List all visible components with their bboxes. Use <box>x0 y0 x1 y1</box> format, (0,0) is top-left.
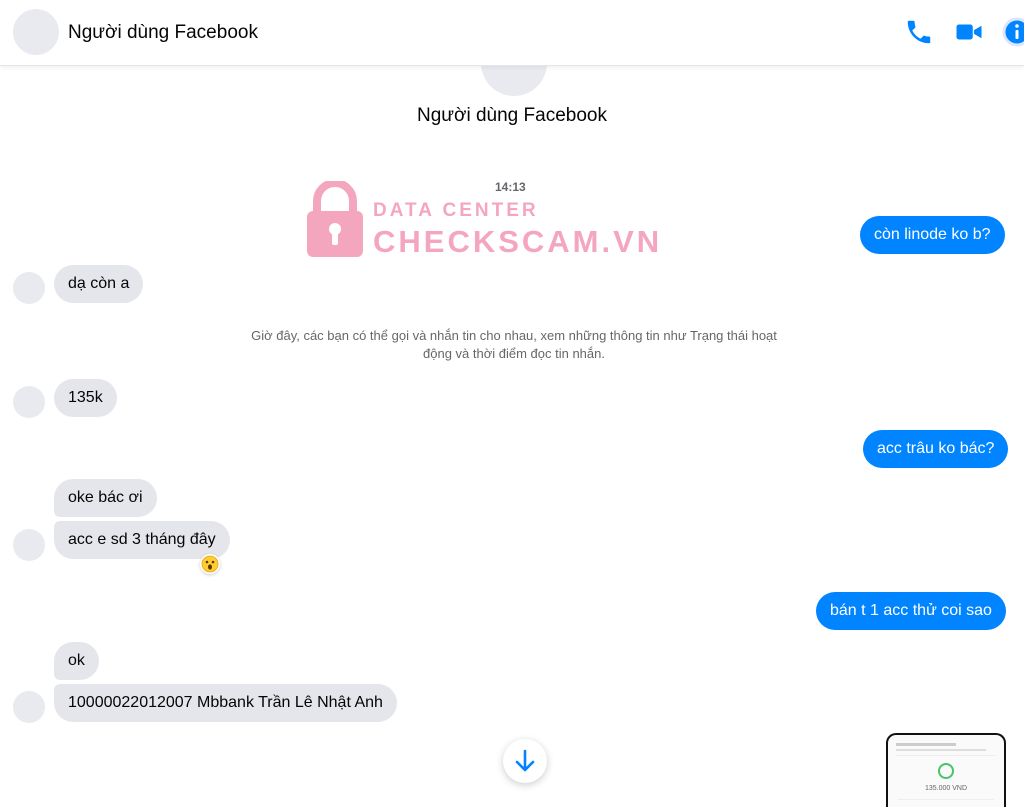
message-timestamp: 14:13 <box>495 180 526 194</box>
message-outgoing[interactable]: bán t 1 acc thử coi sao <box>816 592 1006 630</box>
system-note: Giờ đây, các bạn có thể gọi và nhắn tin … <box>251 328 777 361</box>
thumb-line <box>896 749 986 751</box>
thumb-line <box>896 755 996 756</box>
sender-avatar[interactable] <box>13 529 45 561</box>
thumb-line <box>898 799 994 800</box>
info-icon[interactable] <box>1002 17 1024 47</box>
sender-avatar[interactable] <box>13 691 45 723</box>
thumb-line <box>896 743 956 746</box>
image-attachment-thumbnail[interactable]: 135.000 VND <box>886 733 1006 807</box>
message-incoming[interactable]: 135k <box>54 379 117 417</box>
message-incoming[interactable]: dạ còn a <box>54 265 144 303</box>
scroll-to-bottom-button[interactable] <box>503 739 547 783</box>
message-outgoing[interactable]: còn linode ko b? <box>860 216 1005 254</box>
video-call-icon[interactable] <box>954 17 984 47</box>
watermark-line1: DATA CENTER <box>373 200 539 221</box>
check-icon <box>938 763 954 779</box>
lock-icon <box>305 179 365 264</box>
message-outgoing[interactable]: acc trâu ko bác? <box>863 430 1009 468</box>
chat-header: Người dùng Facebook <box>0 0 1024 66</box>
profile-name: Người dùng Facebook <box>417 105 607 126</box>
sender-avatar[interactable] <box>13 272 45 304</box>
chat-window: Người dùng Facebook Người dùng Facebook <box>0 0 1024 807</box>
message-incoming[interactable]: oke bác ơi <box>54 479 157 517</box>
reaction-surprised-icon[interactable] <box>200 554 220 574</box>
phone-icon[interactable] <box>904 17 934 47</box>
contact-name[interactable]: Người dùng Facebook <box>68 22 258 44</box>
watermark-line2: CHECKSCAM.VN <box>373 224 663 259</box>
sender-avatar[interactable] <box>13 386 45 418</box>
contact-avatar[interactable] <box>13 9 59 55</box>
arrow-down-icon <box>515 749 535 772</box>
thumb-amount: 135.000 VND <box>924 785 968 792</box>
message-incoming[interactable]: 10000022012007 Mbbank Trần Lê Nhật Anh <box>54 684 397 722</box>
message-incoming[interactable]: ok <box>54 642 99 680</box>
